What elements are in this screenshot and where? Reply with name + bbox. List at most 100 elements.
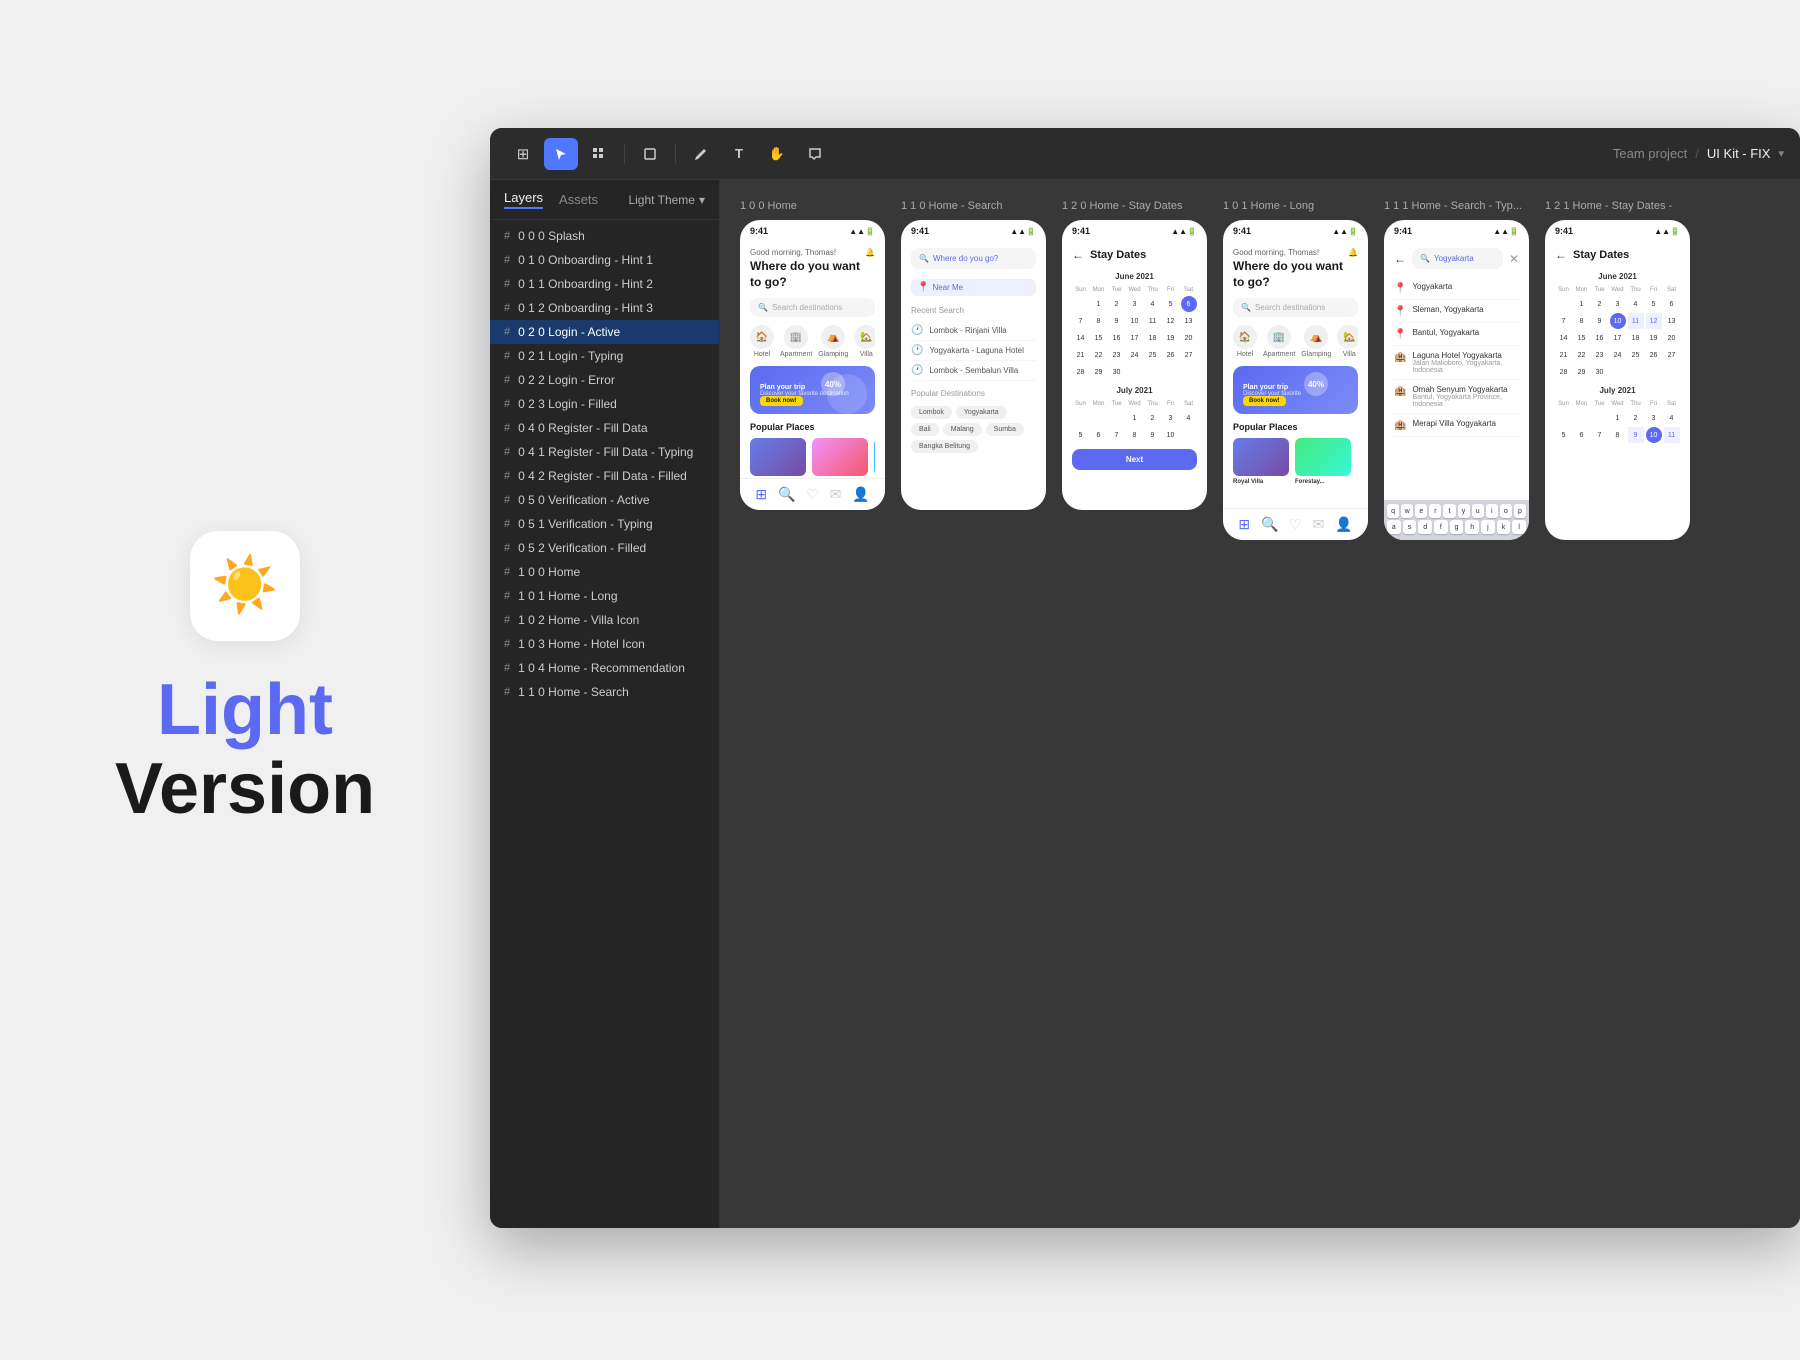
- layer-item-022[interactable]: # 0 2 2 Login - Error: [490, 368, 719, 392]
- search-bar-long[interactable]: 🔍 Search destinations: [1233, 298, 1358, 317]
- layer-item-000[interactable]: # 0 0 0 Splash: [490, 224, 719, 248]
- layer-item-040[interactable]: # 0 4 0 Register - Fill Data: [490, 416, 719, 440]
- layer-item-110[interactable]: # 1 1 0 Home - Search: [490, 680, 719, 704]
- tool-frame-btn[interactable]: ⊞: [506, 138, 540, 170]
- key-e[interactable]: e: [1415, 504, 1427, 518]
- search-input-bar[interactable]: 🔍 Where do you go?: [911, 248, 1036, 269]
- key-q[interactable]: q: [1387, 504, 1399, 518]
- key-r[interactable]: r: [1429, 504, 1441, 518]
- key-t[interactable]: t: [1443, 504, 1455, 518]
- cal-day[interactable]: 21: [1073, 347, 1089, 363]
- cal-day[interactable]: 2: [1145, 410, 1161, 426]
- chip-malang[interactable]: Malang: [943, 423, 982, 436]
- layer-item-011[interactable]: # 0 1 1 Onboarding - Hint 2: [490, 272, 719, 296]
- cal-day[interactable]: 24: [1127, 347, 1143, 363]
- cal-day[interactable]: 16: [1109, 330, 1125, 346]
- key-h[interactable]: h: [1465, 520, 1479, 534]
- tool-pen-btn[interactable]: [684, 138, 718, 170]
- layer-item-103[interactable]: # 1 0 3 Home - Hotel Icon: [490, 632, 719, 656]
- chip-yogyakarta[interactable]: Yogyakarta: [956, 406, 1007, 419]
- cal-day[interactable]: 1: [1091, 296, 1107, 312]
- nav-search-long[interactable]: 🔍: [1261, 516, 1278, 533]
- cal-day[interactable]: 8: [1127, 427, 1143, 443]
- tab-assets[interactable]: Assets: [559, 192, 598, 207]
- layer-item-051[interactable]: # 0 5 1 Verification - Typing: [490, 512, 719, 536]
- promo-btn-long[interactable]: Book now!: [1243, 396, 1286, 406]
- cal-day[interactable]: 10: [1127, 313, 1143, 329]
- cal-day[interactable]: 17: [1127, 330, 1143, 346]
- cal-day[interactable]: 3: [1127, 296, 1143, 312]
- layer-item-100[interactable]: # 1 0 0 Home: [490, 560, 719, 584]
- chip-bali[interactable]: Bali: [911, 423, 939, 436]
- cal-day[interactable]: 22: [1091, 347, 1107, 363]
- cal-day[interactable]: 6: [1091, 427, 1107, 443]
- layer-item-020[interactable]: # 0 2 0 Login - Active: [490, 320, 719, 344]
- cal-day[interactable]: 20: [1181, 330, 1197, 346]
- nav-msg-long[interactable]: ✉: [1313, 516, 1325, 533]
- next-button[interactable]: Next: [1072, 449, 1197, 470]
- cal-day[interactable]: 29: [1091, 364, 1107, 380]
- cal-day[interactable]: 13: [1181, 313, 1197, 329]
- cal-day[interactable]: 23: [1109, 347, 1125, 363]
- key-p[interactable]: p: [1514, 504, 1526, 518]
- tab-layers[interactable]: Layers: [504, 190, 543, 209]
- back-btn-121[interactable]: ←: [1555, 248, 1567, 262]
- key-k[interactable]: k: [1497, 520, 1511, 534]
- key-f[interactable]: f: [1434, 520, 1448, 534]
- nav-heart-long[interactable]: ♡: [1289, 516, 1302, 533]
- nav-profile-icon[interactable]: 👤: [852, 486, 869, 503]
- nav-profile-long[interactable]: 👤: [1335, 516, 1352, 533]
- key-s[interactable]: s: [1403, 520, 1417, 534]
- cal-day[interactable]: 15: [1091, 330, 1107, 346]
- close-btn-111[interactable]: ✕: [1509, 252, 1519, 266]
- cal-day[interactable]: 7: [1073, 313, 1089, 329]
- layer-item-041[interactable]: # 0 4 1 Register - Fill Data - Typing: [490, 440, 719, 464]
- layer-item-023[interactable]: # 0 2 3 Login - Filled: [490, 392, 719, 416]
- layer-item-101[interactable]: # 1 0 1 Home - Long: [490, 584, 719, 608]
- layer-item-012[interactable]: # 0 1 2 Onboarding - Hint 3: [490, 296, 719, 320]
- cal-day[interactable]: 4: [1145, 296, 1161, 312]
- key-w[interactable]: w: [1401, 504, 1413, 518]
- chip-sumba[interactable]: Sumba: [986, 423, 1024, 436]
- nav-home-long[interactable]: ⊞: [1238, 516, 1250, 533]
- key-a[interactable]: a: [1387, 520, 1401, 534]
- cal-day[interactable]: 18: [1145, 330, 1161, 346]
- cal-day[interactable]: 2: [1109, 296, 1125, 312]
- cal-day-selected-start[interactable]: 6: [1181, 296, 1197, 312]
- cal-day[interactable]: 9: [1109, 313, 1125, 329]
- key-d[interactable]: d: [1418, 520, 1432, 534]
- key-l[interactable]: l: [1512, 520, 1526, 534]
- back-btn-120[interactable]: ←: [1072, 248, 1084, 262]
- cal-day[interactable]: 25: [1145, 347, 1161, 363]
- cal-day[interactable]: 7: [1109, 427, 1125, 443]
- cal-day[interactable]: 8: [1091, 313, 1107, 329]
- layer-item-050[interactable]: # 0 5 0 Verification - Active: [490, 488, 719, 512]
- tool-cursor-btn[interactable]: [544, 138, 578, 170]
- promo-book-btn[interactable]: Book now!: [760, 396, 803, 406]
- tool-shape-btn[interactable]: [633, 138, 667, 170]
- key-o[interactable]: o: [1500, 504, 1512, 518]
- layer-item-052[interactable]: # 0 5 2 Verification - Filled: [490, 536, 719, 560]
- search-bar[interactable]: 🔍 Search destinations: [750, 298, 875, 317]
- cal-day[interactable]: 30: [1109, 364, 1125, 380]
- cal-day[interactable]: 26: [1163, 347, 1179, 363]
- cal-day[interactable]: 4: [1181, 410, 1197, 426]
- layer-item-104[interactable]: # 1 0 4 Home - Recommendation: [490, 656, 719, 680]
- key-y[interactable]: y: [1458, 504, 1470, 518]
- cal-day[interactable]: 19: [1163, 330, 1179, 346]
- tool-grid-btn[interactable]: [582, 138, 616, 170]
- layer-item-010[interactable]: # 0 1 0 Onboarding - Hint 1: [490, 248, 719, 272]
- chip-lombok[interactable]: Lombok: [911, 406, 952, 419]
- cal-day[interactable]: 14: [1073, 330, 1089, 346]
- back-btn-111[interactable]: ←: [1394, 252, 1406, 266]
- cal-day[interactable]: 1: [1127, 410, 1143, 426]
- nav-message-icon[interactable]: ✉: [830, 486, 842, 503]
- toolbar-chevron[interactable]: ▾: [1778, 147, 1784, 160]
- near-me-badge[interactable]: 📍 Near Me: [911, 279, 1036, 296]
- chip-bangka[interactable]: Bangka Belitung: [911, 440, 978, 453]
- canvas-area[interactable]: 1 0 0 Home 9:41 ▲▲🔋 Good morning, Thomas…: [720, 180, 1800, 1228]
- cal-day[interactable]: 11: [1145, 313, 1161, 329]
- tool-text-btn[interactable]: T: [722, 138, 756, 170]
- key-i[interactable]: i: [1486, 504, 1498, 518]
- key-j[interactable]: j: [1481, 520, 1495, 534]
